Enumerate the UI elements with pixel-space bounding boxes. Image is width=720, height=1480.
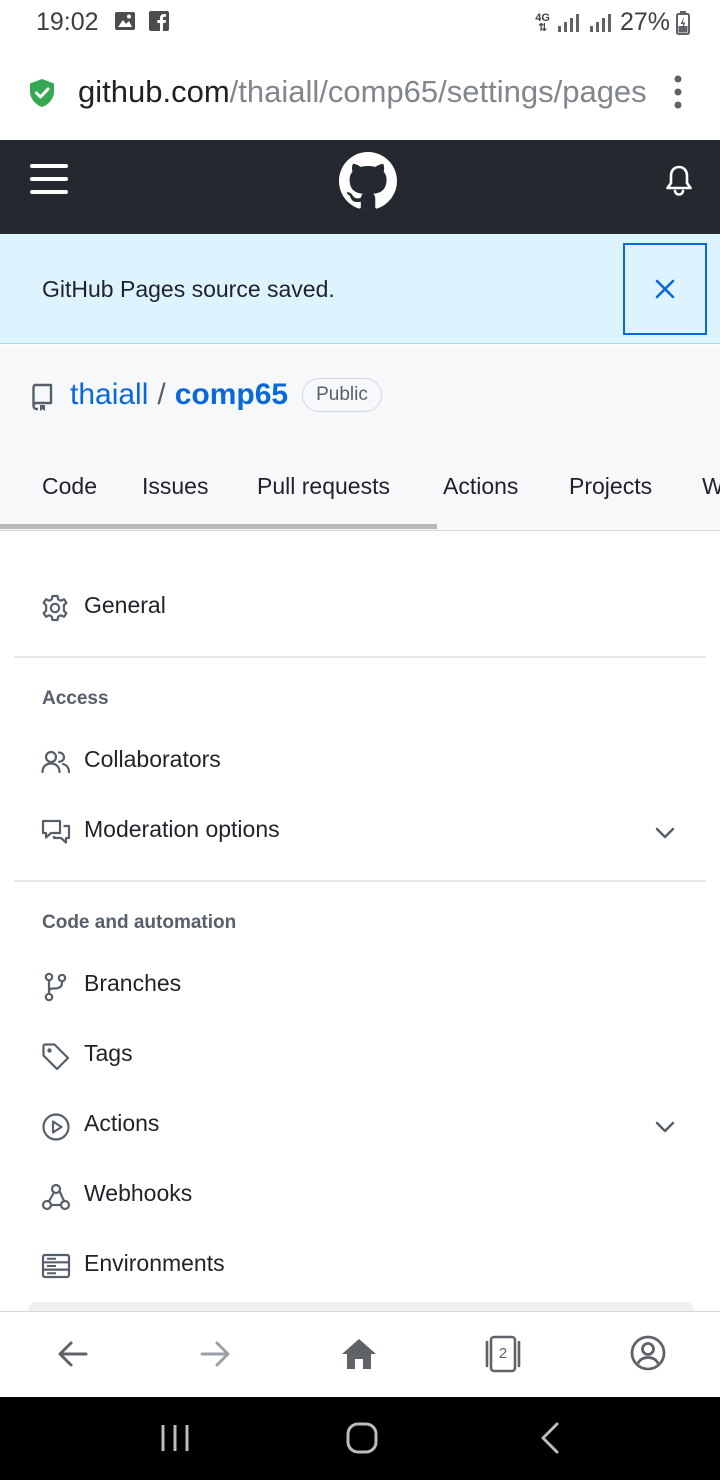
play-circle-icon [41, 1112, 71, 1142]
url-text[interactable]: github.com/thaiall/comp65/settings/pages [78, 74, 646, 110]
system-nav-bar [0, 1397, 720, 1480]
secure-shield-icon [28, 78, 56, 108]
close-icon [655, 279, 675, 299]
menu-divider [14, 656, 706, 658]
menu-item-tags[interactable]: Tags [0, 1028, 720, 1084]
menu-item-webhooks[interactable]: Webhooks [0, 1168, 720, 1224]
tab-actions[interactable]: Actions [443, 473, 518, 500]
hamburger-menu-icon[interactable] [30, 162, 68, 196]
menu-item-collaborators[interactable]: Collaborators [0, 734, 720, 790]
menu-item-environments[interactable]: Environments [0, 1238, 720, 1294]
menu-label-moderation-options: Moderation options [84, 816, 280, 842]
recent-apps-icon[interactable] [160, 1423, 190, 1453]
server-icon [41, 1252, 71, 1280]
tab-wiki[interactable]: W [702, 473, 720, 500]
tag-icon [41, 1042, 71, 1072]
menu-label-webhooks: Webhooks [84, 1180, 193, 1206]
menu-label-tags: Tags [84, 1040, 133, 1066]
menu-item-general[interactable]: General [0, 580, 720, 636]
git-branch-icon [41, 972, 69, 1002]
battery-percent: 27% [619, 8, 670, 36]
section-heading-access: Access [42, 688, 109, 709]
signal-icon [556, 12, 582, 34]
tabs-scroll-indicator[interactable] [0, 524, 437, 529]
repo-icon [30, 383, 54, 411]
url-domain: github.com [78, 74, 230, 109]
url-path: /thaiall/comp65/settings/pages [229, 74, 646, 109]
tab-count: 2 [498, 1345, 508, 1362]
signal-icon-2 [588, 12, 614, 34]
forward-arrow-icon[interactable] [198, 1336, 232, 1372]
gear-icon [41, 594, 69, 622]
browser-menu-icon[interactable] [668, 74, 688, 110]
settings-menu: General Access Collaborators Moderation … [0, 532, 720, 1312]
menu-label-actions: Actions [84, 1110, 160, 1136]
menu-label-general: General [84, 592, 166, 618]
repo-header: thaiall / comp65 Public Code Issues Pull… [0, 345, 720, 531]
repo-tabs: Code Issues Pull requests Actions Projec… [0, 473, 720, 513]
flash-banner: GitHub Pages source saved. [0, 234, 720, 344]
comment-discussion-icon [41, 818, 71, 846]
notifications-bell-icon[interactable] [664, 164, 694, 196]
visibility-badge: Public [302, 378, 382, 412]
home-circle-icon[interactable] [345, 1421, 379, 1455]
browser-url-bar[interactable]: github.com/thaiall/comp65/settings/pages [0, 46, 720, 140]
repo-title: thaiall / comp65 Public [70, 378, 382, 412]
repo-name-link[interactable]: comp65 [175, 378, 288, 412]
menu-label-branches: Branches [84, 970, 182, 996]
repo-owner-link[interactable]: thaiall [70, 378, 148, 412]
menu-label-collaborators: Collaborators [84, 746, 221, 772]
repo-separator: / [157, 378, 166, 411]
flash-message: GitHub Pages source saved. [42, 276, 335, 302]
tabs-switcher-button[interactable]: 2 [482, 1334, 524, 1374]
status-time: 19:02 [36, 8, 99, 36]
chevron-down-icon[interactable] [654, 1120, 676, 1134]
people-icon [41, 748, 71, 776]
status-bar: 19:02 4G ⇅ 27% [0, 0, 720, 46]
tab-issues[interactable]: Issues [142, 473, 208, 500]
menu-item-branches[interactable]: Branches [0, 958, 720, 1014]
section-heading-code-automation: Code and automation [42, 912, 237, 933]
system-back-icon[interactable] [538, 1421, 562, 1455]
menu-divider [14, 880, 706, 882]
github-header [0, 140, 720, 234]
tab-pull-requests[interactable]: Pull requests [257, 473, 390, 500]
browser-bottom-nav: 2 [0, 1311, 720, 1397]
back-arrow-icon[interactable] [56, 1336, 90, 1372]
webhook-icon [41, 1182, 71, 1212]
menu-item-actions[interactable]: Actions [0, 1098, 720, 1154]
facebook-notification-icon [148, 10, 170, 32]
menu-item-moderation-options[interactable]: Moderation options [0, 804, 720, 860]
network-type: 4G ⇅ [535, 11, 550, 34]
tab-code[interactable]: Code [42, 473, 97, 500]
home-icon[interactable] [340, 1336, 378, 1372]
account-icon[interactable] [629, 1334, 667, 1372]
tab-projects[interactable]: Projects [569, 473, 652, 500]
menu-label-environments: Environments [84, 1250, 225, 1276]
github-logo-icon[interactable] [339, 152, 397, 210]
battery-charging-icon [676, 10, 690, 35]
chevron-down-icon[interactable] [654, 826, 676, 840]
flash-close-button[interactable] [623, 243, 707, 335]
gallery-notification-icon [114, 10, 136, 32]
